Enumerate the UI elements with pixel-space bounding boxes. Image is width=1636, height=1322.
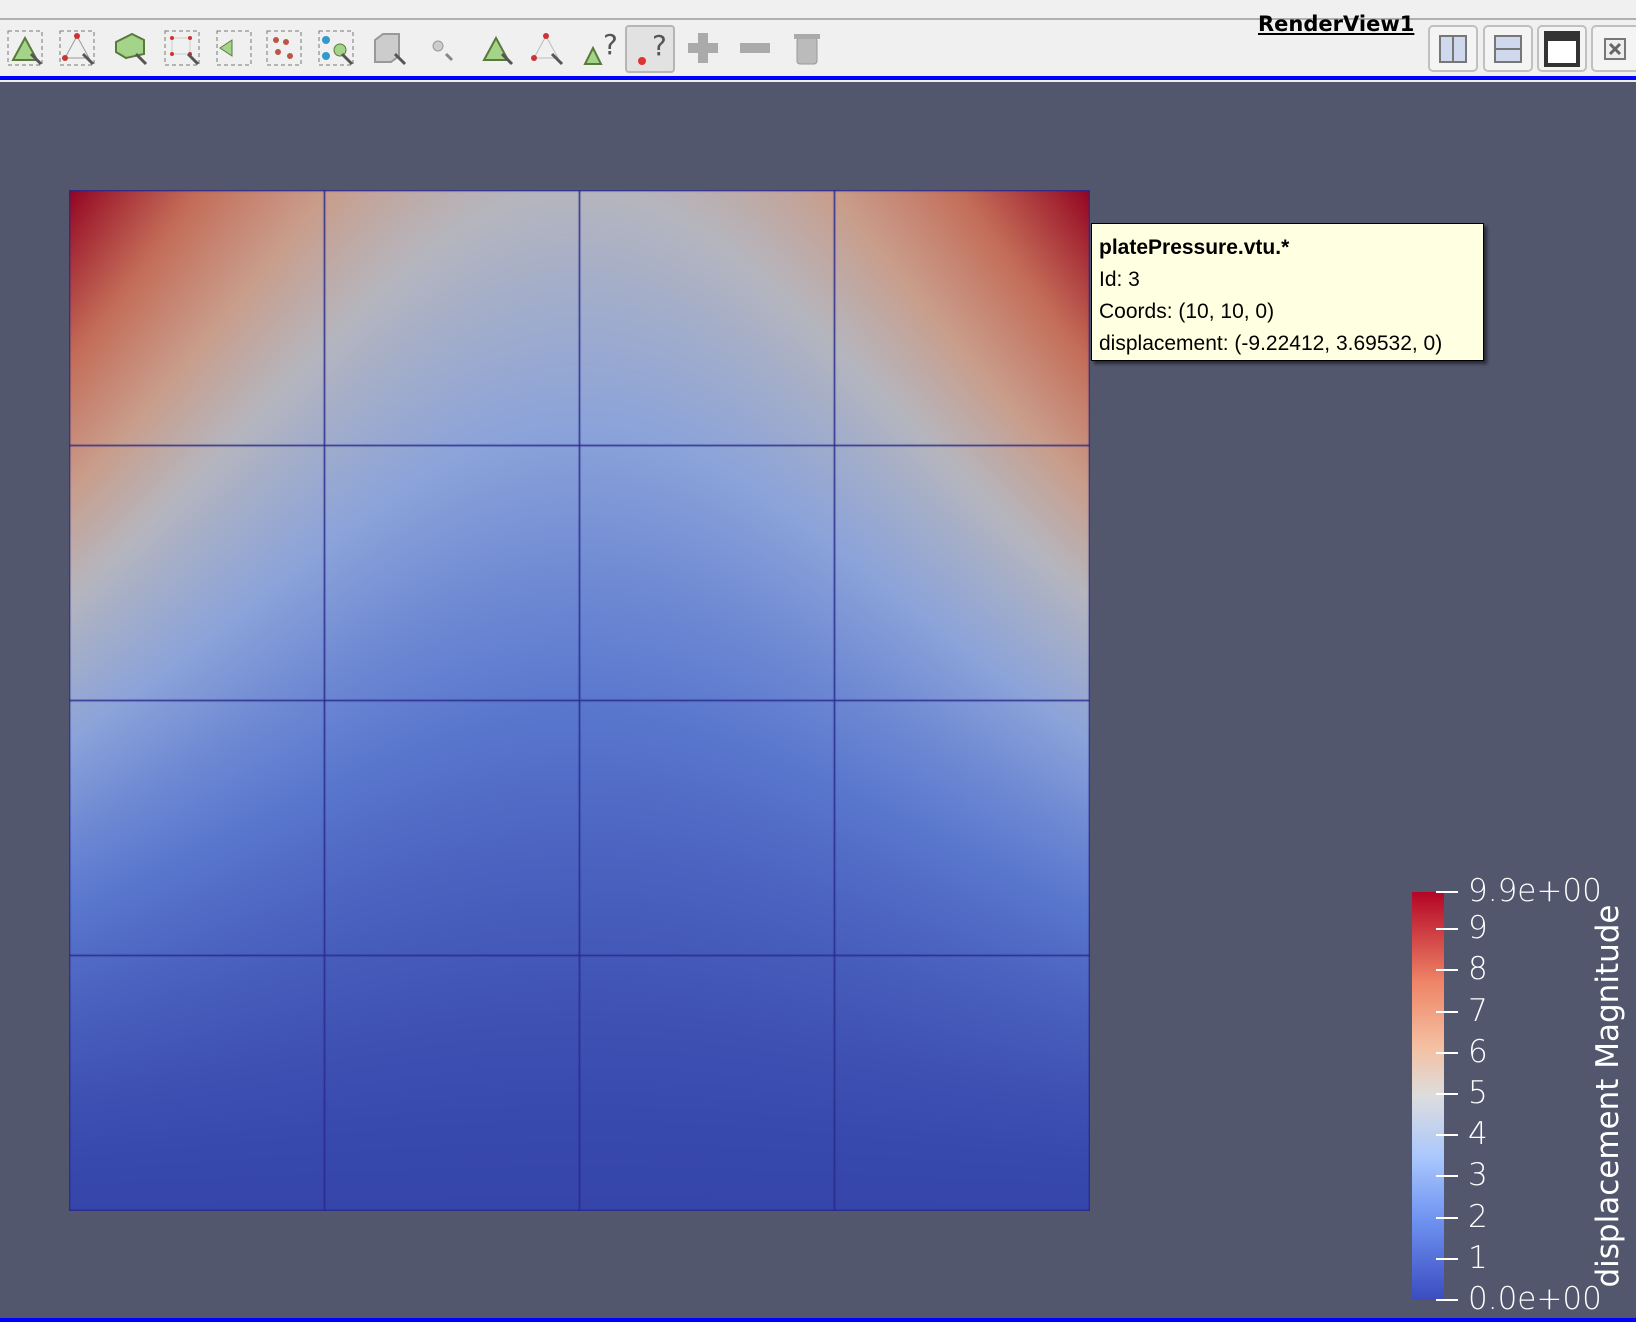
color-legend-label: 7 [1468,992,1488,1029]
color-legend-tick [1436,1299,1458,1301]
active-view-border-top [0,76,1636,80]
color-legend-tick [1436,1216,1458,1219]
interactive-select-points-button[interactable] [424,28,464,68]
select-cells-on-icon [7,30,43,66]
color-legend-label: 9.9e+00 [1468,873,1602,909]
select-points-frustum-button[interactable] [162,28,202,68]
tooltip-id: Id: 3 [1099,268,1140,291]
interactive-select-cells-button[interactable] [369,28,409,68]
tooltip-title: platePressure.vtu.* [1099,236,1290,259]
plate-mesh[interactable] [69,190,1090,1211]
color-legend-label: 6 [1468,1033,1488,1070]
color-legend-bar[interactable] [1412,892,1444,1300]
color-legend-label: 8 [1468,951,1488,988]
select-cells-frustum-icon [115,32,148,66]
grow-selection-icon [688,33,718,63]
color-legend-tick [1436,1051,1458,1054]
color-legend-tick [1436,1175,1458,1178]
close-view-icon [1604,37,1626,60]
split-horizontal-button[interactable] [1428,25,1478,72]
color-legend-tick [1436,1092,1458,1095]
tooltip-displacement: displacement: (-9.22412, 3.69532, 0) [1099,332,1443,355]
select-cells-on-button[interactable] [5,28,45,68]
select-points-on-icon [59,30,95,66]
interactive-select-points-icon [432,40,454,62]
hover-cell-query-icon: ? [583,28,618,65]
svg-text:?: ? [652,29,667,62]
render-view[interactable]: platePressure.vtu.* Id: 3 Coords: (10, 1… [0,82,1636,1318]
hover-cell-query-button[interactable]: ? [581,28,621,68]
clear-selection-icon [794,34,820,65]
select-points-frustum-icon [164,30,200,66]
maximize-icon [1544,30,1580,67]
color-legend-title: displacement Magnitude [1590,904,1626,1288]
select-points-polygon-button[interactable] [264,28,304,68]
active-view-border-bottom [0,1318,1636,1322]
select-blocks-icon [318,30,354,66]
hover-point-query-icon: ? [638,29,667,65]
svg-text:?: ? [603,28,618,61]
color-legend-label: 4 [1468,1116,1488,1153]
color-legend-tick [1436,1010,1458,1013]
hover-points-icon [482,35,514,66]
maximize-button[interactable] [1537,25,1587,72]
color-legend-label: 5 [1468,1074,1488,1111]
select-blocks-button[interactable] [316,28,356,68]
select-points-on-button[interactable] [57,28,97,68]
hover-cells-button[interactable] [526,28,566,68]
select-cells-frustum-button[interactable] [110,28,150,68]
color-legend-tick [1436,928,1458,931]
color-legend-tick [1436,891,1458,893]
select-points-polygon-icon [266,30,302,66]
color-legend-tick [1436,1134,1458,1137]
close-view-button[interactable] [1591,25,1636,72]
color-legend-label: 2 [1468,1198,1488,1235]
clear-selection-button[interactable] [787,28,827,68]
select-cells-polygon-icon [216,30,252,66]
color-legend-label: 9 [1468,910,1488,947]
color-legend-label: 1 [1468,1239,1488,1276]
hover-cells-icon [531,33,564,66]
hover-point-query-button[interactable]: ? [625,25,675,73]
split-horizontal-icon [1439,34,1467,63]
color-legend-tick [1436,1257,1458,1260]
tooltip-coords: Coords: (10, 10, 0) [1099,300,1275,323]
color-legend-tick [1436,969,1458,972]
grow-selection-button[interactable] [683,28,723,68]
select-cells-polygon-button[interactable] [214,28,254,68]
hover-points-button[interactable] [476,28,516,68]
color-legend-label: 0.0e+00 [1468,1281,1602,1317]
interactive-select-cells-icon [374,33,407,66]
color-legend-label: 3 [1468,1157,1488,1194]
split-vertical-icon [1494,34,1522,63]
shrink-selection-icon [740,43,770,53]
render-view-title[interactable]: RenderView1 [1258,12,1414,36]
split-vertical-button[interactable] [1483,25,1533,72]
point-info-tooltip: platePressure.vtu.* Id: 3 Coords: (10, 1… [1091,223,1484,361]
shrink-selection-button[interactable] [735,28,775,68]
